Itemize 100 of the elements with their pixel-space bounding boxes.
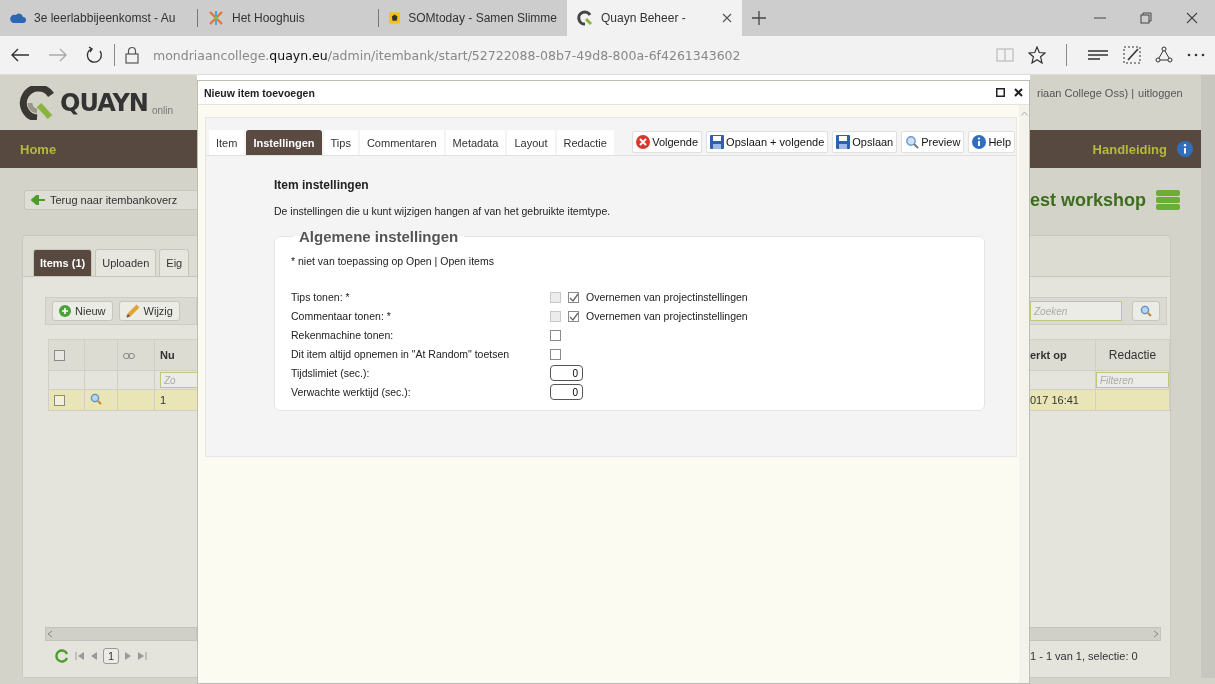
previous-page-icon[interactable] — [91, 652, 97, 660]
info-icon — [972, 135, 987, 149]
maximize-icon[interactable] — [996, 88, 1005, 97]
column-header[interactable]: Nu — [154, 339, 197, 371]
field-label: Tijdslimiet (sec.): — [291, 366, 371, 381]
pen-note-icon[interactable] — [1123, 46, 1141, 64]
checkbox-label: Overnemen van projectinstellingen — [586, 310, 748, 322]
save-button[interactable]: Opslaan + volgende — [706, 131, 829, 153]
scroll-left-icon[interactable] — [46, 630, 54, 638]
checkbox[interactable] — [550, 348, 561, 360]
search-icon — [1140, 305, 1152, 317]
magnifier-icon[interactable] — [90, 393, 102, 405]
share-icon[interactable] — [1155, 46, 1173, 64]
scroll-right-icon[interactable] — [1152, 630, 1160, 638]
panel-tab[interactable]: Uploaden — [95, 249, 157, 276]
field-label: Verwachte werktijd (sec.): — [291, 385, 412, 400]
scrollbar[interactable] — [45, 627, 197, 641]
logo-tagline: onlin — [151, 105, 174, 116]
star-burst-icon — [208, 10, 224, 26]
restore-icon[interactable] — [1140, 12, 1152, 24]
magnifier-icon — [905, 135, 920, 149]
back-arrow-icon[interactable] — [10, 47, 30, 63]
field-label: Dit item altijd opnemen in "At Random" toetsen — [291, 347, 511, 362]
checkbox[interactable] — [54, 395, 65, 407]
help-button[interactable]: Help — [968, 131, 1015, 153]
dialog-tab[interactable]: Metadata — [445, 130, 506, 155]
lines-icon[interactable] — [1087, 48, 1109, 62]
user-name: riaan College Oss) | — [1037, 87, 1134, 99]
filter-field[interactable]: Filteren — [1096, 372, 1169, 388]
last-page-icon[interactable] — [137, 652, 148, 660]
pencil-icon — [125, 304, 140, 318]
scroll-up-icon[interactable] — [1020, 111, 1028, 116]
scrollbar[interactable] — [1201, 75, 1215, 678]
section-heading: Item instellingen — [274, 178, 370, 192]
scrollbar[interactable] — [1019, 105, 1029, 683]
checkbox[interactable] — [54, 350, 65, 362]
toolbar-button[interactable]: Wijzig — [118, 301, 180, 321]
back-button[interactable]: Terug naar itembankoverz — [24, 190, 197, 210]
info-icon[interactable] — [1177, 141, 1193, 157]
page-field[interactable]: 1 — [103, 648, 120, 664]
dialog-tab[interactable]: Redactie — [556, 130, 614, 155]
forward-arrow-icon[interactable] — [48, 47, 68, 63]
dialog-tab[interactable]: Item — [209, 130, 245, 155]
checkbox[interactable] — [550, 329, 561, 341]
star-icon[interactable] — [1028, 46, 1046, 64]
dialog-tab[interactable]: Layout — [507, 130, 555, 155]
manual-link[interactable]: Handleiding — [1092, 141, 1167, 157]
pager-status: 1 - 1 van 1, selectie: 0 — [1030, 650, 1138, 662]
field-label: Rekenmachine tonen: — [291, 328, 395, 343]
number-field[interactable]: 0 — [550, 384, 583, 400]
browser-tab[interactable]: 3e leerlabbijeenkomst - Au — [0, 0, 197, 36]
lock-icon — [125, 46, 139, 64]
scrollbar[interactable] — [1030, 627, 1161, 641]
description-text: De instellingen die u kunt wijzigen hangen af van het gebruikte itemtype. — [274, 205, 612, 217]
preview-button[interactable]: Preview — [901, 131, 965, 153]
dialog-tab[interactable]: Tips — [323, 130, 358, 155]
new-tab-icon[interactable] — [752, 11, 766, 25]
field-label: Tips tonen: * — [291, 290, 351, 305]
logout-link[interactable]: uitloggen — [1138, 87, 1183, 99]
url-field[interactable]: mondriaancollege.quayn.eu/admin/itembank/start/52722088-08b7-49d8-800a-6f4261343602 — [153, 47, 741, 63]
note-text: * niet van toepassing op Open | Open items — [291, 255, 495, 267]
refresh-icon[interactable] — [86, 46, 104, 64]
table-cell: 017 16:41 — [1030, 389, 1096, 411]
browser-tab[interactable]: SOMtoday - Samen Slimme — [379, 0, 567, 36]
search-field[interactable]: Zoeken — [1030, 301, 1122, 321]
logo-text: QUAYN — [60, 88, 148, 117]
plus-circle-icon — [59, 305, 71, 317]
browser-tab[interactable]: Quayn Beheer - — [567, 0, 742, 36]
panel-tab[interactable]: Items (1) — [33, 249, 93, 276]
page-title: est workshop — [1030, 189, 1147, 211]
home-link[interactable]: Home — [20, 141, 57, 157]
stack-icon — [1156, 190, 1181, 210]
cloud-icon — [10, 12, 26, 24]
save-button[interactable]: Opslaan — [832, 131, 898, 153]
logo-icon — [18, 85, 56, 120]
next-page-icon[interactable] — [125, 652, 132, 660]
dialog-tab[interactable]: Commentaren — [359, 130, 444, 155]
badge-icon — [389, 10, 401, 26]
link-icon — [123, 353, 135, 359]
reading-view-icon[interactable] — [996, 47, 1014, 63]
number-field[interactable]: 0 — [550, 365, 583, 381]
column-header[interactable]: Redactie — [1095, 339, 1170, 371]
back-arrow-icon — [31, 195, 45, 205]
field-label: Commentaar tonen: * — [291, 309, 392, 324]
dialog-tab[interactable]: Instellingen — [246, 130, 322, 155]
more-icon[interactable] — [1187, 53, 1205, 57]
search-button[interactable] — [1132, 301, 1160, 321]
first-page-icon[interactable] — [75, 652, 85, 660]
next-button[interactable]: Volgende — [632, 131, 703, 153]
panel-tab[interactable]: Eig — [159, 249, 190, 276]
browser-tab[interactable]: Het Hooghuis — [198, 0, 378, 36]
close-icon[interactable] — [1014, 88, 1023, 97]
filter-field[interactable]: Zo — [160, 372, 197, 388]
close-icon[interactable] — [722, 13, 732, 23]
logo-icon — [577, 10, 593, 26]
column-header[interactable]: erkt op — [1030, 339, 1096, 371]
checkbox-label: Overnemen van projectinstellingen — [586, 291, 748, 303]
toolbar-button[interactable]: Nieuw — [52, 301, 113, 321]
dialog-title: Nieuw item toevoegen — [204, 86, 315, 99]
close-icon[interactable] — [1186, 12, 1198, 24]
